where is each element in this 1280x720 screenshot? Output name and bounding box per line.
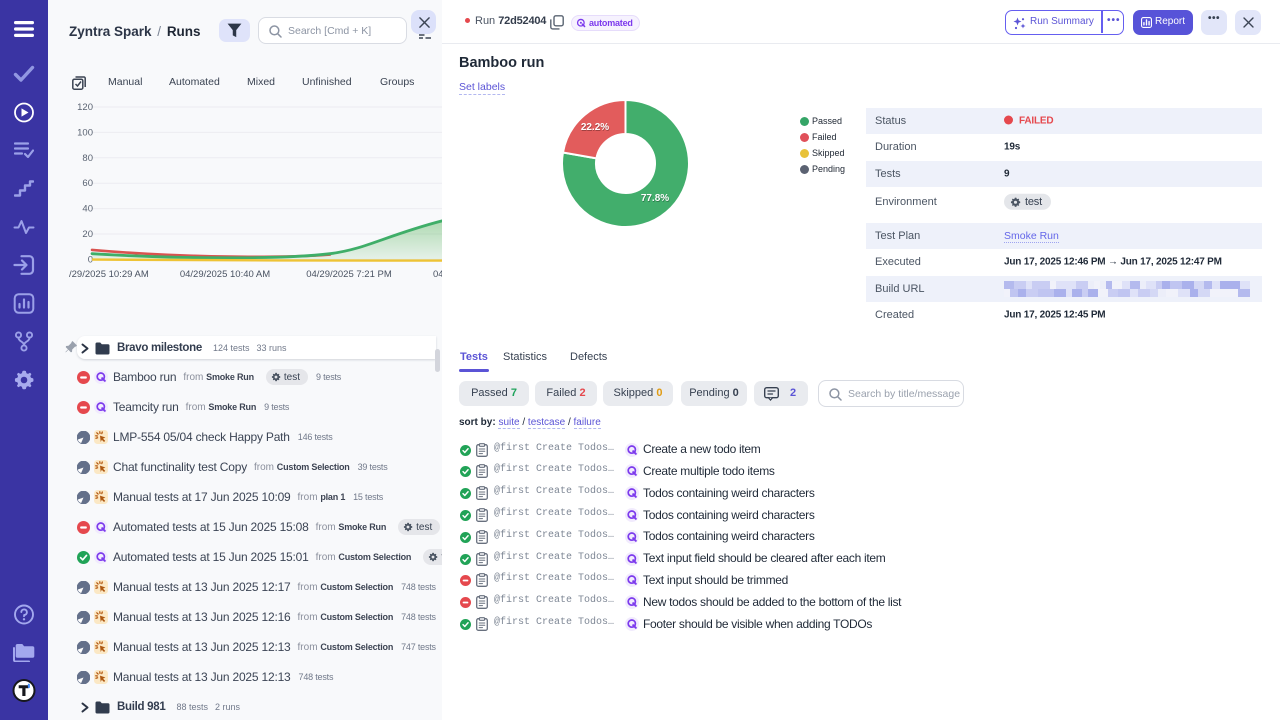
svg-text:04/29/2025 10:40 AM: 04/29/2025 10:40 AM	[180, 269, 270, 280]
svg-text:77.8%: 77.8%	[641, 193, 669, 204]
svg-text:20: 20	[82, 229, 93, 240]
svg-text:22.2%: 22.2%	[581, 122, 609, 133]
svg-text:04/29: 04/29	[433, 269, 442, 280]
svg-text:40: 40	[82, 204, 93, 215]
svg-text:04/29/2025 7:21 PM: 04/29/2025 7:21 PM	[306, 269, 392, 280]
svg-text:100: 100	[77, 127, 93, 138]
svg-text:80: 80	[82, 153, 93, 164]
svg-text:/29/2025 10:29 AM: /29/2025 10:29 AM	[69, 269, 149, 280]
svg-text:120: 120	[77, 102, 93, 113]
svg-text:60: 60	[82, 178, 93, 189]
